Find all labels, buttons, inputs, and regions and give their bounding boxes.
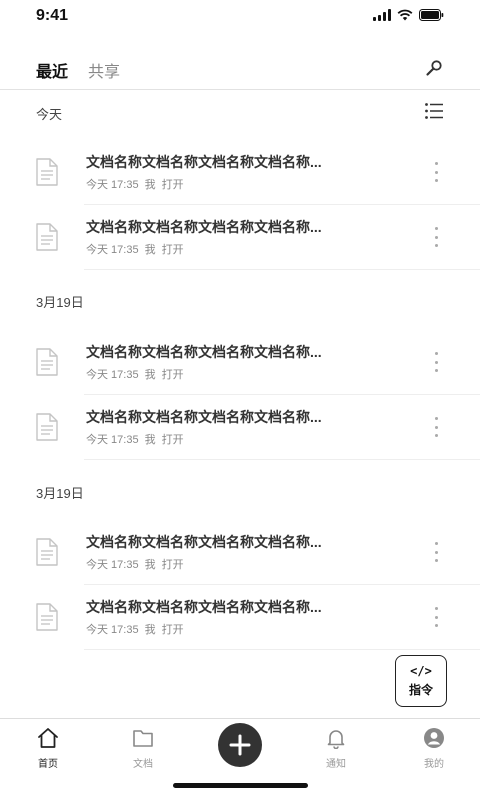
- doc-action: 打开: [161, 179, 184, 191]
- document-icon: [36, 413, 58, 441]
- signal-icon: [373, 9, 391, 21]
- doc-row[interactable]: 文档名称文档名称文档名称文档名称... 今天 17:35 我打开: [0, 395, 480, 460]
- doc-row[interactable]: 文档名称文档名称文档名称文档名称... 今天 17:35 我打开: [0, 330, 480, 395]
- user-icon: [424, 728, 444, 748]
- doc-action: 打开: [161, 624, 184, 636]
- add-button[interactable]: [218, 723, 262, 767]
- doc-row[interactable]: 文档名称文档名称文档名称文档名称... 今天 17:35 我打开: [0, 140, 480, 205]
- nav-label: 文档: [133, 759, 153, 770]
- command-label: 指令: [408, 683, 433, 697]
- tab-share[interactable]: 共享: [88, 58, 120, 82]
- header: 最近 共享: [0, 48, 480, 90]
- wifi-icon: [397, 9, 413, 21]
- nav-notifications[interactable]: 通知: [306, 727, 366, 770]
- document-icon: [36, 538, 58, 566]
- code-icon: </>: [410, 664, 432, 678]
- plus-icon: [229, 734, 251, 756]
- more-icon[interactable]: [432, 227, 440, 247]
- divider: [84, 649, 480, 650]
- doc-action: 打开: [161, 434, 184, 446]
- nav-home[interactable]: 首页: [18, 727, 78, 770]
- more-icon[interactable]: [432, 417, 440, 437]
- doc-meta: 今天 17:35 我打开: [86, 366, 190, 382]
- battery-icon: [419, 9, 444, 21]
- doc-title: 文档名称文档名称文档名称文档名称...: [86, 154, 322, 170]
- doc-user: 我: [144, 559, 156, 571]
- status-bar: 9:41: [0, 0, 480, 34]
- doc-meta: 今天 17:35 我打开: [86, 556, 190, 572]
- status-icons: [373, 9, 444, 21]
- doc-title: 文档名称文档名称文档名称文档名称...: [86, 344, 322, 360]
- home-indicator: [173, 783, 308, 788]
- more-icon[interactable]: [432, 352, 440, 372]
- doc-row[interactable]: 文档名称文档名称文档名称文档名称... 今天 17:35 我打开: [0, 205, 480, 270]
- doc-date: 今天 17:35: [86, 179, 139, 191]
- doc-user: 我: [144, 434, 156, 446]
- document-icon: [36, 158, 58, 186]
- status-time: 9:41: [36, 7, 69, 24]
- search-icon[interactable]: [424, 58, 444, 78]
- doc-meta: 今天 17:35 我打开: [86, 241, 190, 257]
- document-icon: [36, 603, 58, 631]
- doc-date: 今天 17:35: [86, 434, 139, 446]
- doc-meta: 今天 17:35 我打开: [86, 431, 190, 447]
- doc-date: 今天 17:35: [86, 369, 139, 381]
- nav-me[interactable]: 我的: [404, 727, 464, 770]
- doc-action: 打开: [161, 559, 184, 571]
- command-button[interactable]: </> 指令: [395, 655, 447, 707]
- doc-action: 打开: [161, 244, 184, 256]
- doc-date: 今天 17:35: [86, 559, 139, 571]
- doc-user: 我: [144, 369, 156, 381]
- doc-meta: 今天 17:35 我打开: [86, 621, 190, 637]
- doc-row[interactable]: 文档名称文档名称文档名称文档名称... 今天 17:35 我打开: [0, 520, 480, 585]
- document-icon: [36, 348, 58, 376]
- doc-title: 文档名称文档名称文档名称文档名称...: [86, 534, 322, 550]
- nav-label: 首页: [38, 759, 58, 770]
- nav-label: 我的: [424, 759, 444, 770]
- doc-date: 今天 17:35: [86, 624, 139, 636]
- tab-recent[interactable]: 最近: [36, 58, 68, 82]
- section-title: 3月19日: [36, 295, 84, 310]
- doc-title: 文档名称文档名称文档名称文档名称...: [86, 599, 322, 615]
- doc-action: 打开: [161, 369, 184, 381]
- divider: [84, 269, 480, 270]
- doc-row[interactable]: 文档名称文档名称文档名称文档名称... 今天 17:35 我打开: [0, 585, 480, 650]
- list-view-icon[interactable]: [424, 101, 444, 121]
- section-title: 今天: [36, 107, 63, 122]
- doc-user: 我: [144, 179, 156, 191]
- more-icon[interactable]: [432, 607, 440, 627]
- bell-icon: [327, 730, 345, 749]
- section-title: 3月19日: [36, 486, 84, 501]
- doc-user: 我: [144, 244, 156, 256]
- doc-title: 文档名称文档名称文档名称文档名称...: [86, 409, 322, 425]
- more-icon[interactable]: [432, 542, 440, 562]
- nav-label: 通知: [326, 759, 346, 770]
- divider: [84, 459, 480, 460]
- header-divider: [0, 89, 480, 90]
- doc-title: 文档名称文档名称文档名称文档名称...: [86, 219, 322, 235]
- document-icon: [36, 223, 58, 251]
- doc-date: 今天 17:35: [86, 244, 139, 256]
- folder-icon: [133, 730, 153, 747]
- home-icon: [38, 728, 58, 748]
- nav-docs[interactable]: 文档: [113, 727, 173, 770]
- more-icon[interactable]: [432, 162, 440, 182]
- doc-meta: 今天 17:35 我打开: [86, 176, 190, 192]
- doc-user: 我: [144, 624, 156, 636]
